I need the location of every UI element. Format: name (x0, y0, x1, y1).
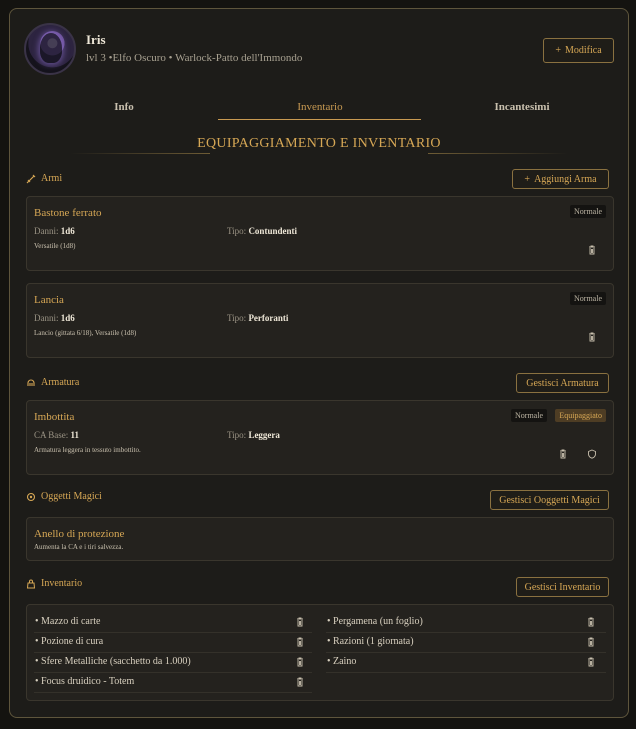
rarity-badge: Normale (570, 205, 606, 218)
active-tab-indicator (218, 119, 421, 120)
trash-icon[interactable] (558, 449, 568, 459)
trash-icon[interactable] (586, 637, 596, 647)
shield-icon[interactable] (587, 449, 597, 459)
magic-item-name: Anello di protezione (34, 528, 125, 540)
character-name: Iris (86, 32, 106, 47)
item-label: • Mazzo di carte (35, 616, 101, 627)
type-label: Tipo: (227, 313, 247, 323)
trash-icon[interactable] (587, 332, 597, 342)
armor-base-ac: CA Base: 11 (34, 430, 79, 440)
manage-inventory-button[interactable]: Gestisci Inventario (516, 577, 609, 597)
edit-button-label: Modifica (564, 45, 602, 56)
inventory-heading-label: Inventario (41, 578, 83, 589)
equipped-badge: Equipaggiato (555, 409, 606, 422)
list-item: • Focus druidico - Totem (34, 673, 312, 693)
rarity-badge: Normale (511, 409, 547, 422)
inventory-card: • Mazzo di carte • Pozione di cura • Sfe… (26, 604, 614, 701)
item-label: • Pergamena (un foglio) (327, 616, 423, 627)
weapons-heading: Armi (26, 173, 62, 184)
magic-item-description: Aumenta la CA e i tiri salvezza. (34, 543, 124, 551)
add-weapon-label: Aggiungi Arma (534, 173, 597, 185)
armor-heading-label: Armatura (41, 377, 80, 388)
section-title: EQUIPAGGIAMENTO E INVENTARIO (197, 136, 441, 151)
tab-info[interactable]: Info (24, 101, 224, 113)
weapon-type: Tipo: Perforanti (227, 313, 288, 323)
weapon-damage: Danni: 1d6 (34, 226, 75, 236)
ac-label: CA Base: (34, 430, 69, 440)
tab-incantesimi[interactable]: Incantesimi (422, 101, 622, 113)
damage-value: 1d6 (60, 313, 75, 323)
character-subtitle: lvl 3 •Elfo Oscuro • Warlock-Patto dell'… (86, 52, 303, 64)
plus-icon: + (555, 45, 561, 56)
title-divider-left (70, 153, 210, 154)
sword-icon (26, 174, 36, 183)
armor-description: Armatura leggera in tessuto imbottito. (34, 446, 141, 454)
rarity-badge: Normale (570, 292, 606, 305)
helmet-icon (27, 379, 35, 386)
weapon-card: Bastone ferrato Normale Danni: 1d6 Tipo:… (26, 196, 614, 271)
armor-heading: Armatura (26, 377, 79, 388)
weapon-name: Lancia (34, 294, 64, 306)
magic-items-heading-label: Oggetti Magici (41, 491, 102, 502)
tab-bar: Info Inventario Incantesimi (24, 101, 614, 129)
weapon-name: Bastone ferrato (34, 207, 102, 219)
list-item: • Sfere Metalliche (sacchetto da 1.000) (34, 653, 312, 673)
tab-inventario[interactable]: Inventario (220, 101, 420, 113)
magic-item-icon (26, 492, 36, 501)
list-item: • Razioni (1 giornata) (326, 633, 606, 653)
title-divider-right (428, 153, 568, 154)
ac-value: 11 (70, 430, 80, 440)
trash-icon[interactable] (295, 637, 305, 647)
avatar (24, 23, 76, 75)
manage-armor-button[interactable]: Gestisci Armatura (516, 373, 609, 393)
edit-button[interactable]: + Modifica (543, 38, 614, 63)
trash-icon[interactable] (586, 657, 596, 667)
manage-magic-items-button[interactable]: Gestisci Ooggetti Magici (490, 490, 609, 510)
weapon-properties: Versatile (1d8) (34, 242, 76, 250)
item-label: • Razioni (1 giornata) (327, 636, 414, 647)
type-label: Tipo: (227, 226, 247, 236)
trash-icon[interactable] (295, 677, 305, 687)
type-value: Perforanti (248, 313, 289, 323)
list-item: • Pozione di cura (34, 633, 312, 653)
weapon-type: Tipo: Contundenti (227, 226, 297, 236)
damage-label: Danni: (34, 226, 59, 236)
magic-item-card: Anello di protezione Aumenta la CA e i t… (26, 517, 614, 561)
type-label: Tipo: (227, 430, 247, 440)
trash-icon[interactable] (295, 617, 305, 627)
damage-value: 1d6 (60, 226, 75, 236)
plus-icon: + (524, 173, 531, 185)
bag-icon (26, 579, 36, 588)
trash-icon[interactable] (295, 657, 305, 667)
armor-type: Tipo: Leggera (227, 430, 280, 440)
item-label: • Sfere Metalliche (sacchetto da 1.000) (35, 656, 191, 667)
magic-items-heading: Oggetti Magici (26, 491, 102, 502)
type-value: Leggera (248, 430, 280, 440)
armor-name: Imbottita (34, 411, 75, 423)
type-value: Contundenti (248, 226, 297, 236)
add-weapon-button[interactable]: + Aggiungi Arma (512, 169, 609, 189)
trash-icon[interactable] (586, 617, 596, 627)
character-header: Iris lvl 3 •Elfo Oscuro • Warlock-Patto … (24, 23, 614, 79)
damage-label: Danni: (34, 313, 59, 323)
list-item: • Pergamena (un foglio) (326, 613, 606, 633)
item-label: • Pozione di cura (35, 636, 104, 647)
trash-icon[interactable] (587, 245, 597, 255)
weapon-card: Lancia Normale Danni: 1d6 Tipo: Perforan… (26, 283, 614, 358)
item-label: • Focus druidico - Totem (35, 676, 135, 687)
list-item: • Mazzo di carte (34, 613, 312, 633)
character-sheet-panel: Iris lvl 3 •Elfo Oscuro • Warlock-Patto … (9, 8, 629, 718)
list-item: • Zaino (326, 653, 606, 673)
weapons-heading-label: Armi (41, 173, 63, 184)
weapon-damage: Danni: 1d6 (34, 313, 75, 323)
armor-card: Imbottita Normale Equipaggiato CA Base: … (26, 400, 614, 475)
inventory-heading: Inventario (26, 578, 82, 589)
item-label: • Zaino (327, 656, 357, 667)
weapon-properties: Lancio (gittata 6/18), Versatile (1d8) (34, 329, 137, 337)
